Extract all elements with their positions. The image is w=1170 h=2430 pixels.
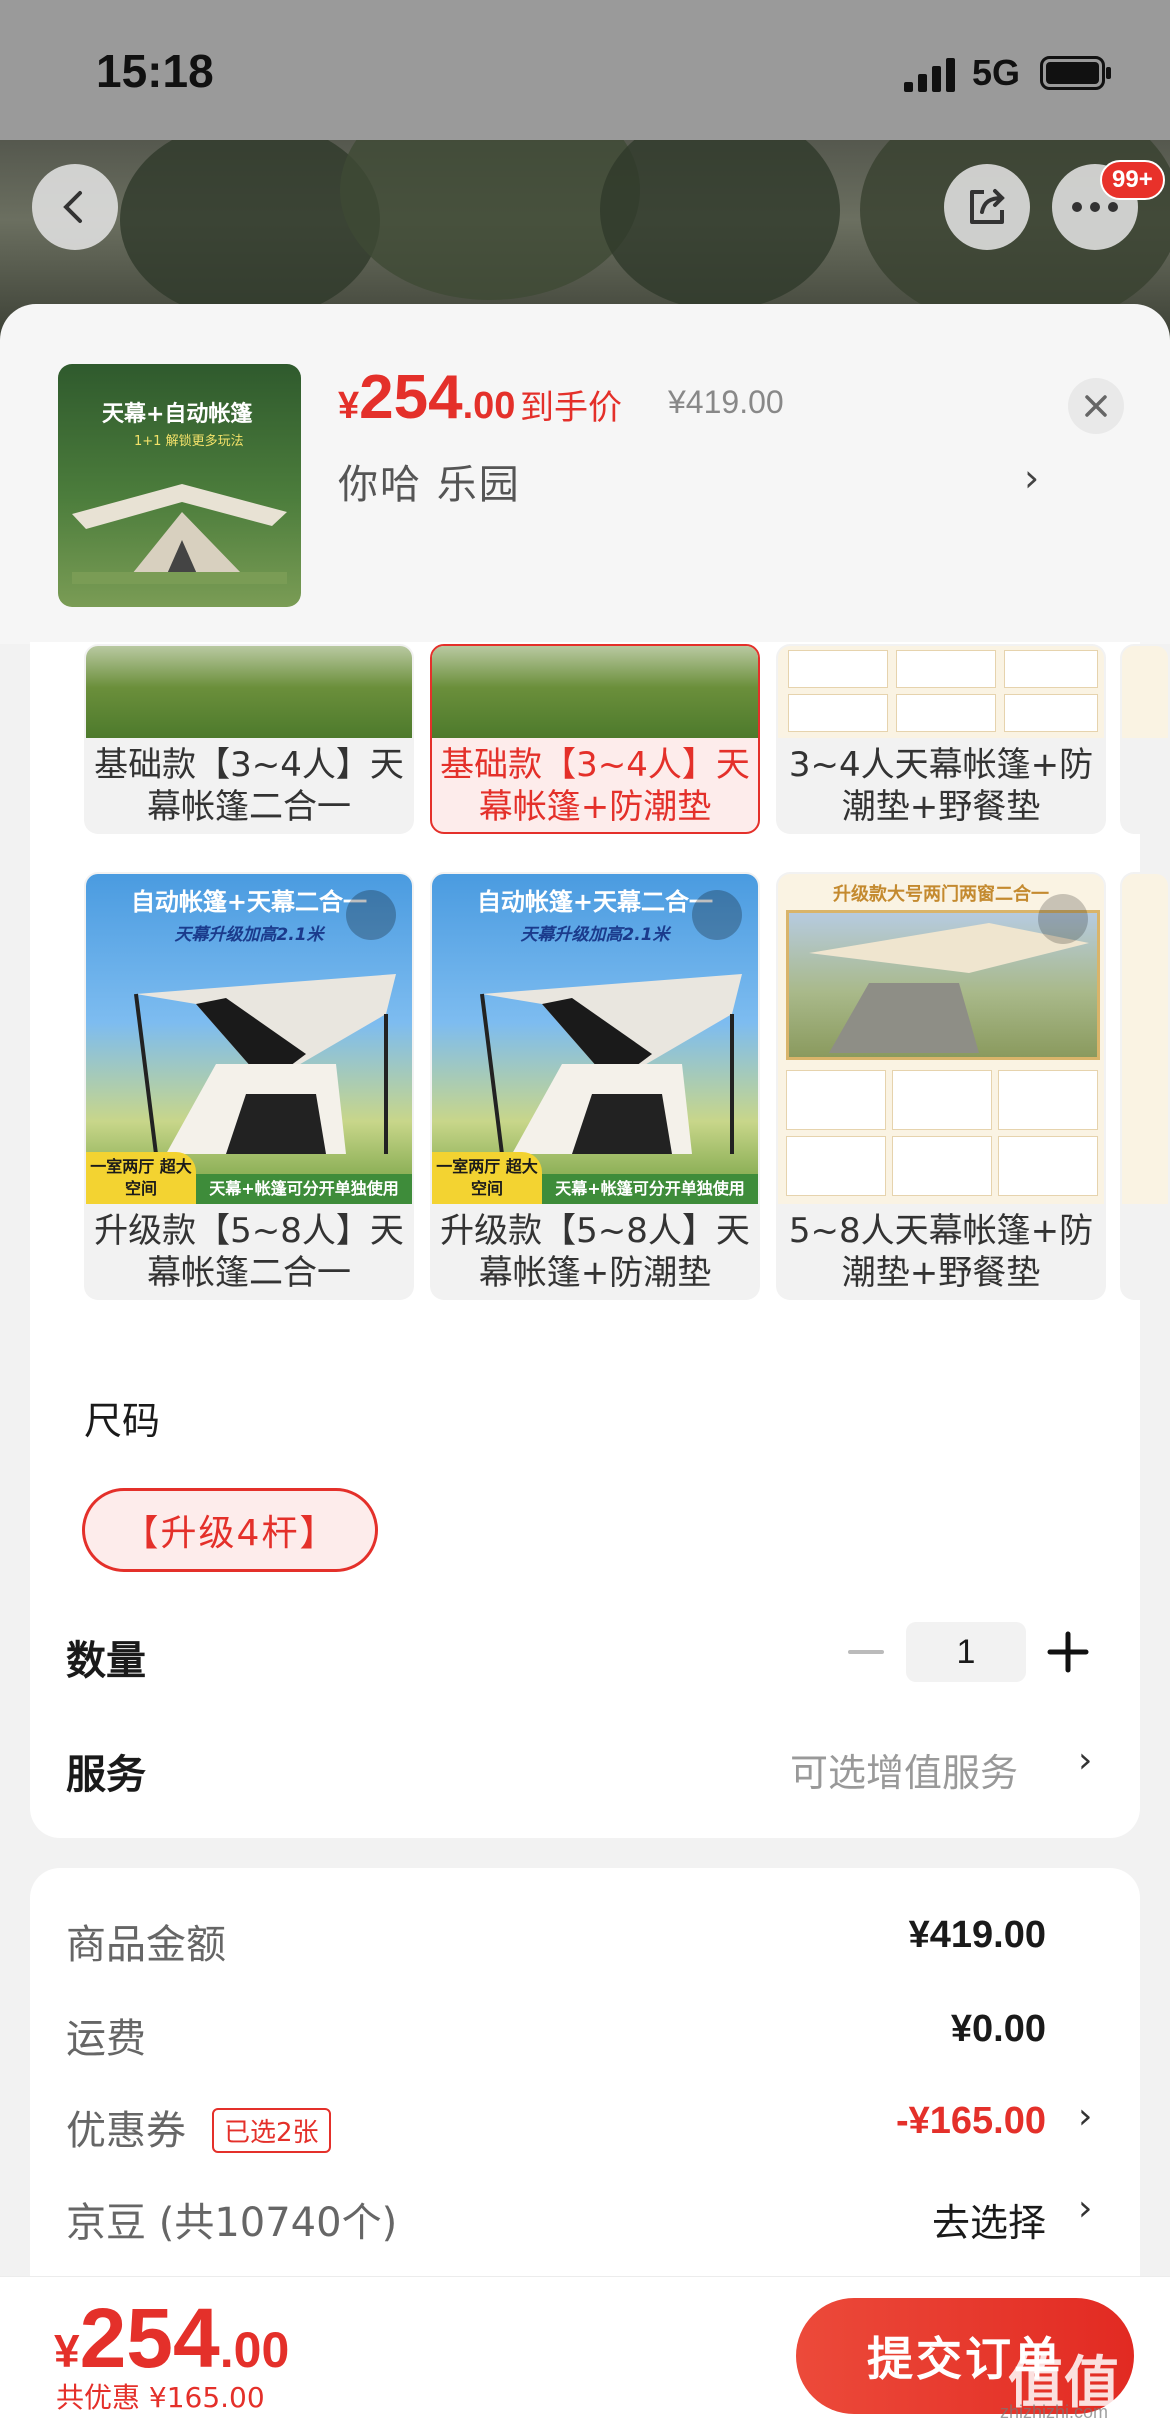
expand-icon[interactable] <box>346 890 396 940</box>
goods-amount-label: 商品金额 <box>66 1922 226 1968</box>
variant-option[interactable]: 3~4人天幕帐篷+防潮垫+野餐垫 <box>776 644 1106 834</box>
goods-amount-value: ¥419.00 <box>908 1914 1046 1956</box>
tent-illustration <box>134 974 396 1154</box>
sku-sheet: 天幕+自动帐篷 1+1 解锁更多玩法 <box>0 304 1170 644</box>
share-button[interactable] <box>944 164 1030 250</box>
selected-spec[interactable]: 你哈 乐园 <box>338 452 521 510</box>
coupon-label: 优惠券 <box>66 2108 186 2154</box>
coupon-value[interactable]: -¥165.00 <box>896 2100 1046 2143</box>
shipping-label: 运费 <box>66 2016 146 2062</box>
signal-icon <box>904 58 955 92</box>
notification-badge: 99+ <box>1100 160 1165 200</box>
size-option-selected[interactable]: 【升级4杆】 <box>82 1488 378 1572</box>
increase-button[interactable] <box>1044 1628 1092 1676</box>
back-button[interactable] <box>32 164 118 250</box>
jd-bean-label: 京豆 (共10740个) <box>66 2200 398 2246</box>
total-price: ¥254.00 <box>54 2291 290 2385</box>
tent-illustration <box>72 484 287 584</box>
network-type: 5G <box>972 52 1021 93</box>
size-label: 尺码 <box>84 1399 161 1443</box>
sku-price: ¥254.00 <box>338 363 516 432</box>
chevron-left-icon <box>63 191 82 223</box>
more-icon <box>1072 202 1118 212</box>
tent-illustration <box>480 974 742 1154</box>
status-bar: 15:18 5G <box>0 0 1170 140</box>
variant-option[interactable]: 基础款【3~4人】天幕帐篷二合一 <box>84 644 414 834</box>
shipping-value: ¥0.00 <box>950 2008 1046 2050</box>
watermark-url: zhizhizhi.com <box>1000 2402 1109 2422</box>
close-icon <box>1085 395 1107 417</box>
jd-bean-action[interactable]: 去选择 <box>932 2192 1046 2247</box>
variant-option-selected[interactable]: 基础款【3~4人】天幕帐篷+防潮垫 <box>430 644 760 834</box>
coupon-count-tag: 已选2张 <box>212 2108 331 2153</box>
chevron-right-icon[interactable]: › <box>1078 1740 1092 1781</box>
service-label: 服务 <box>66 1752 146 1798</box>
quantity-label: 数量 <box>66 1638 146 1684</box>
variant-option[interactable]: 自动帐篷+天幕二合一 天幕升级加高2.1米 一室两厅 超大空间 天幕+帐篷可分开… <box>430 872 760 1300</box>
chevron-right-icon[interactable]: › <box>1024 456 1039 500</box>
expand-icon[interactable] <box>692 890 742 940</box>
total-saving: 共优惠 ¥165.00 <box>56 2381 265 2414</box>
chevron-right-icon[interactable]: › <box>1078 2096 1092 2137</box>
variant-option-partial[interactable] <box>1120 644 1170 834</box>
thumb-title: 天幕+自动帐篷 <box>102 402 253 427</box>
battery-icon <box>1040 56 1111 90</box>
quantity-input[interactable]: 1 <box>906 1622 1026 1682</box>
thumb-tag: 1+1 解锁更多玩法 <box>134 434 244 449</box>
close-button[interactable] <box>1068 378 1124 434</box>
product-thumbnail: 天幕+自动帐篷 1+1 解锁更多玩法 <box>58 364 301 607</box>
decrease-button[interactable] <box>846 1632 886 1672</box>
status-time: 15:18 <box>96 45 214 97</box>
share-icon <box>970 189 1005 224</box>
expand-icon[interactable] <box>1038 894 1088 944</box>
variant-option[interactable]: 自动帐篷+天幕二合一 天幕升级加高2.1米 一室两厅 超大空间 天幕+帐篷可分开… <box>84 872 414 1300</box>
chevron-right-icon[interactable]: › <box>1078 2188 1092 2229</box>
variant-option-partial[interactable] <box>1120 872 1170 1300</box>
original-price: ¥419.00 <box>668 384 784 420</box>
variant-option[interactable]: 升级款大号两门两窗二合一 5~8人天幕帐篷+防潮垫+野餐垫 <box>776 872 1106 1300</box>
service-value[interactable]: 可选增值服务 <box>790 1742 1018 1797</box>
final-price-label: 到手价 <box>520 388 622 428</box>
